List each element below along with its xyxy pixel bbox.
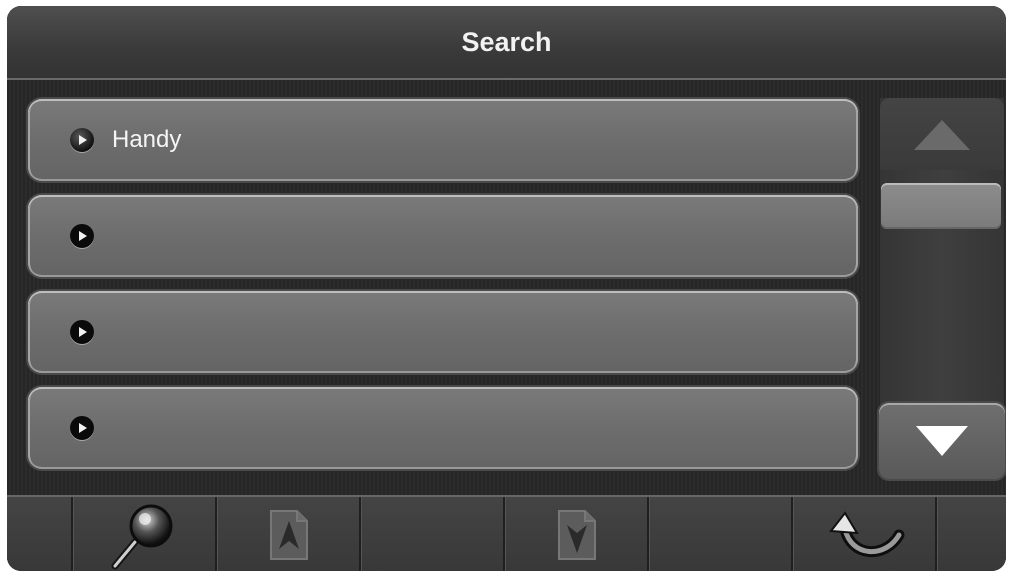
- navigation-device-screen: Search Handy: [7, 6, 1006, 571]
- scroll-up-button[interactable]: [880, 98, 1004, 170]
- magnifier-icon: [111, 504, 173, 570]
- play-arrow-icon: [70, 320, 94, 344]
- page-down-button[interactable]: [503, 497, 649, 571]
- scrollbar-thumb[interactable]: [881, 183, 1001, 229]
- scroll-down-button[interactable]: [879, 403, 1005, 479]
- toolbar-empty-slot-2: [647, 497, 793, 571]
- list-item-2[interactable]: [28, 195, 858, 277]
- toolbar-empty-slot-1: [359, 497, 505, 571]
- toolbar-spacer: [935, 497, 1006, 571]
- triangle-down-icon: [916, 426, 968, 456]
- page-up-button[interactable]: [215, 497, 361, 571]
- back-button[interactable]: [791, 497, 937, 571]
- list-item-1[interactable]: Handy: [28, 99, 858, 181]
- play-arrow-icon: [70, 128, 94, 152]
- page-title: Search: [461, 26, 552, 57]
- list-item-label: Handy: [112, 126, 182, 153]
- triangle-up-icon: [914, 120, 970, 150]
- play-arrow-icon: [70, 416, 94, 440]
- document-arrow-up-icon: [270, 510, 308, 560]
- bottom-toolbar: [7, 495, 1006, 571]
- search-button[interactable]: [71, 497, 217, 571]
- rotate-back-icon: [829, 511, 905, 557]
- play-arrow-icon: [70, 224, 94, 248]
- document-arrow-down-icon: [558, 510, 596, 560]
- title-bar: Search: [7, 6, 1006, 80]
- list-item-4[interactable]: [28, 387, 858, 469]
- list-item-3[interactable]: [28, 291, 858, 373]
